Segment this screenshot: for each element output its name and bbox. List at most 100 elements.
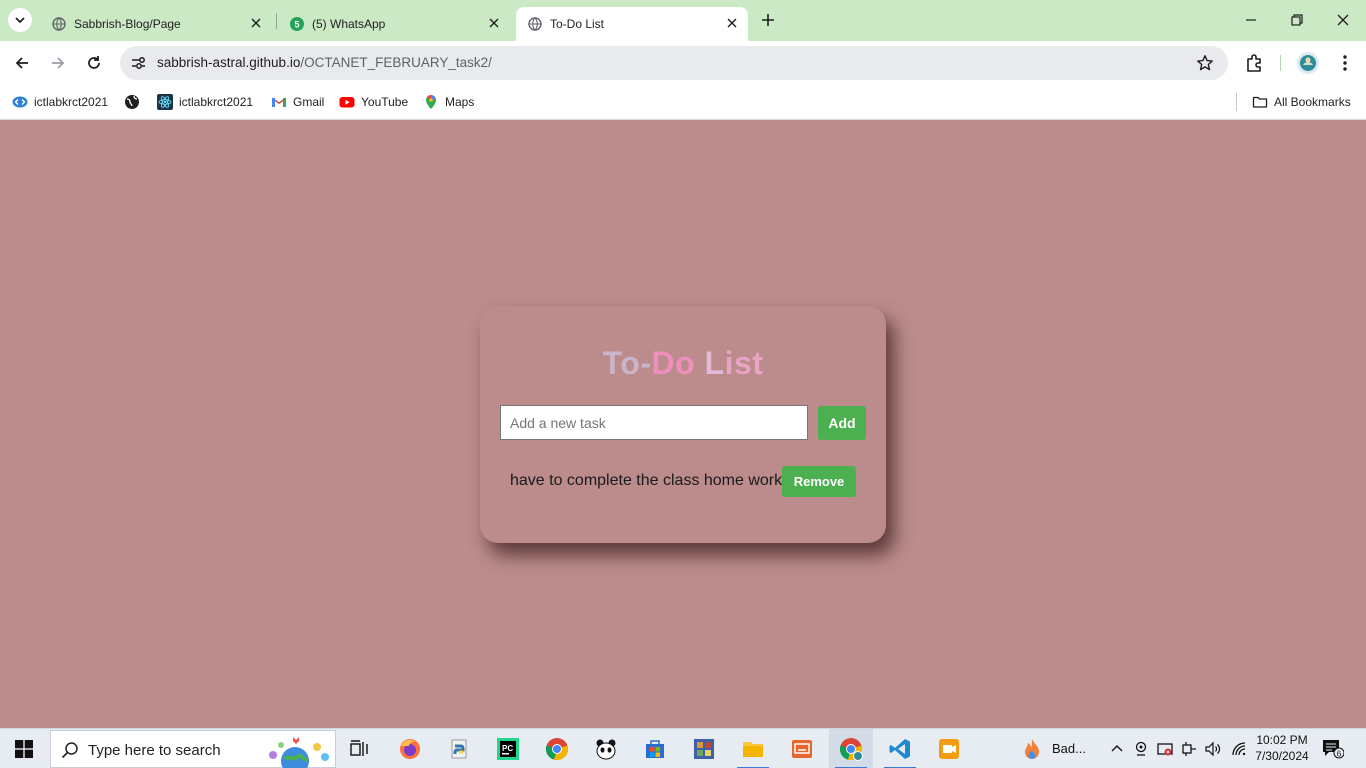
tab-title: Sabbrish-Blog/Page (74, 17, 181, 31)
tab-sabbrish-blog[interactable]: Sabbrish-Blog/Page (40, 7, 272, 41)
arrow-right-icon (52, 57, 65, 69)
vscode-icon (889, 739, 910, 759)
clock-date: 7/30/2024 (1255, 749, 1309, 763)
security-icon[interactable] (1157, 741, 1173, 757)
chrome-icon (839, 738, 863, 761)
arrow-left-icon (15, 57, 28, 69)
bookmark-label: YouTube (361, 95, 409, 109)
url-text: sabbrish-astral.github.io/OCTANET_FEBRUA… (157, 55, 492, 70)
panda-app[interactable] (584, 729, 628, 768)
task-text: have to complete the class home work (510, 472, 783, 489)
close-tab-icon[interactable] (486, 15, 502, 31)
tab-separator (276, 13, 277, 29)
taskbar-search-placeholder: Type here to search (88, 742, 221, 759)
plus-icon (762, 14, 774, 26)
site-info-icon[interactable] (129, 54, 147, 72)
youtube-icon (339, 94, 355, 110)
pycharm-app[interactable]: PC (486, 729, 530, 768)
react-icon (157, 94, 173, 110)
globe-icon (52, 17, 66, 31)
chrome-icon (545, 738, 569, 761)
add-button[interactable]: Add (818, 406, 866, 440)
slides-app[interactable] (780, 729, 824, 768)
forward-button[interactable] (46, 51, 70, 75)
bookmark-globe[interactable] (124, 93, 146, 111)
chrome-app-active[interactable] (829, 729, 873, 768)
notification-icon[interactable]: 6 (1322, 739, 1344, 759)
taskbar-search[interactable]: Type here to search (50, 730, 336, 768)
address-bar[interactable]: sabbrish-astral.github.io/OCTANET_FEBRUA… (120, 46, 1228, 80)
remove-button[interactable]: Remove (782, 466, 856, 497)
task-view-button[interactable] (338, 729, 382, 768)
new-tab-button[interactable] (758, 10, 778, 30)
taskbar: Type here to search PC Bad... 10:02 PM 7… (0, 728, 1366, 768)
notification-count: 6 (1337, 750, 1342, 759)
firefox-app[interactable] (388, 729, 432, 768)
bookmark-ictlabkrct2021-react[interactable]: ictlabkrct2021 (157, 93, 253, 111)
photos-app[interactable] (682, 729, 726, 768)
more-menu-icon[interactable] (1334, 52, 1356, 74)
start-button[interactable] (0, 729, 48, 768)
clock-time: 10:02 PM (1256, 733, 1308, 747)
minimize-button[interactable] (1238, 8, 1264, 32)
close-tab-icon[interactable] (248, 15, 264, 31)
panda-icon (596, 739, 616, 760)
globe-icon (124, 94, 140, 110)
close-window-button[interactable] (1330, 8, 1356, 32)
network-adapter-icon[interactable] (1181, 741, 1197, 757)
url-host: sabbrish-astral.github.io (157, 55, 301, 70)
todo-card: To-Do List Add have to complete the clas… (480, 306, 886, 543)
minimize-icon (1246, 19, 1256, 21)
code-icon (12, 94, 28, 110)
bookmark-maps[interactable]: Maps (423, 93, 474, 111)
store-app[interactable] (633, 729, 677, 768)
flame-icon (1025, 739, 1039, 759)
python-app[interactable] (438, 729, 482, 768)
search-icon (61, 742, 78, 759)
wifi-icon[interactable] (1231, 741, 1247, 757)
chrome-app[interactable] (535, 729, 579, 768)
close-icon (1337, 14, 1349, 26)
whatsapp-icon: 5 (290, 17, 304, 31)
vscode-app[interactable] (878, 729, 922, 768)
folder-icon (743, 742, 763, 757)
avatar[interactable] (1296, 51, 1320, 75)
bookmark-star-icon[interactable] (1196, 54, 1214, 72)
close-tab-icon[interactable] (724, 15, 740, 31)
file-explorer-app[interactable] (731, 729, 775, 768)
title-part: To- (602, 345, 652, 381)
globe-icon (528, 17, 542, 31)
page-content: To-Do List Add have to complete the clas… (0, 121, 1366, 728)
bookmarks-separator (1236, 93, 1237, 111)
extensions-icon[interactable] (1244, 52, 1266, 74)
bookmark-label: Gmail (293, 95, 325, 109)
weather-app[interactable] (1010, 729, 1054, 768)
reload-button[interactable] (82, 51, 106, 75)
clock[interactable]: 10:02 PM 7/30/2024 (1254, 732, 1310, 764)
bookmark-gmail[interactable]: Gmail (271, 93, 324, 111)
recorder-app[interactable] (927, 729, 971, 768)
all-bookmarks-button[interactable]: All Bookmarks (1252, 93, 1351, 111)
task-view-icon (350, 740, 368, 756)
bookmark-ictlabkrct2021-code[interactable]: ictlabkrct2021 (12, 93, 108, 111)
toolbar-separator (1280, 55, 1281, 71)
search-highlight-illustration (269, 737, 329, 768)
title-part: L (695, 345, 725, 381)
bookmark-youtube[interactable]: YouTube (339, 93, 408, 111)
tab-todo-list[interactable]: To-Do List (516, 7, 748, 41)
restore-button[interactable] (1284, 8, 1310, 32)
tab-whatsapp[interactable]: 5 (5) WhatsApp (278, 7, 510, 41)
task-input[interactable] (500, 405, 808, 440)
chevron-down-icon (15, 17, 25, 24)
reload-icon (88, 56, 100, 69)
chevron-up-icon[interactable] (1109, 741, 1125, 757)
windows-icon (15, 740, 33, 758)
webcam-icon[interactable] (1133, 741, 1149, 757)
bookmark-label: ictlabkrct2021 (34, 95, 109, 109)
volume-icon[interactable] (1205, 741, 1221, 757)
whatsapp-badge: 5 (294, 20, 299, 30)
tab-title: (5) WhatsApp (312, 17, 386, 31)
tab-search-button[interactable] (8, 8, 32, 32)
back-button[interactable] (10, 51, 34, 75)
folder-icon (1252, 94, 1268, 110)
